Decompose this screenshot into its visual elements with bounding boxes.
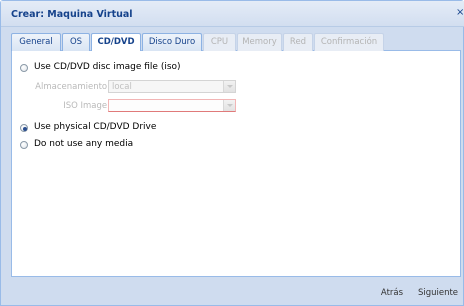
next-button[interactable]: Siguiente — [413, 286, 463, 300]
tab-cd-dvd[interactable]: CD/DVD — [91, 33, 141, 52]
no-media-radio[interactable] — [20, 141, 28, 149]
iso-radio[interactable] — [20, 64, 28, 72]
physical-drive-radio[interactable] — [20, 124, 28, 132]
storage-value: local — [112, 82, 132, 92]
tab-os[interactable]: OS — [62, 33, 90, 51]
chevron-down-icon — [223, 81, 235, 92]
storage-label: Almacenamiento: — [35, 82, 110, 92]
storage-select: local — [108, 80, 236, 93]
dialog-title-bar[interactable]: Crear: Maquina Virtual × — [1, 1, 464, 27]
tab-general[interactable]: General — [11, 33, 61, 51]
tab-red: Red — [283, 33, 313, 51]
no-media-label[interactable]: Do not use any media — [34, 139, 133, 149]
wizard-tabs: General OS CD/DVD Disco Duro CPU Memory … — [11, 33, 461, 52]
cd-dvd-panel: Use CD/DVD disc image file (iso) Almacen… — [11, 51, 461, 277]
tab-confirmacion: Confirmación — [314, 33, 384, 51]
physical-drive-label[interactable]: Use physical CD/DVD Drive — [34, 122, 156, 132]
tab-memory: Memory — [237, 33, 282, 51]
close-icon[interactable]: × — [456, 7, 464, 19]
tab-disco-duro[interactable]: Disco Duro — [142, 33, 202, 51]
tab-cpu: CPU — [203, 33, 236, 51]
create-vm-dialog: Crear: Maquina Virtual × General OS CD/D… — [0, 0, 464, 306]
dialog-title: Crear: Maquina Virtual — [11, 9, 133, 20]
iso-image-select — [108, 99, 236, 112]
chevron-down-icon — [223, 100, 235, 111]
iso-radio-label[interactable]: Use CD/DVD disc image file (iso) — [34, 62, 181, 72]
back-button[interactable]: Atrás — [371, 286, 413, 300]
iso-image-label: ISO Image: — [63, 101, 110, 111]
